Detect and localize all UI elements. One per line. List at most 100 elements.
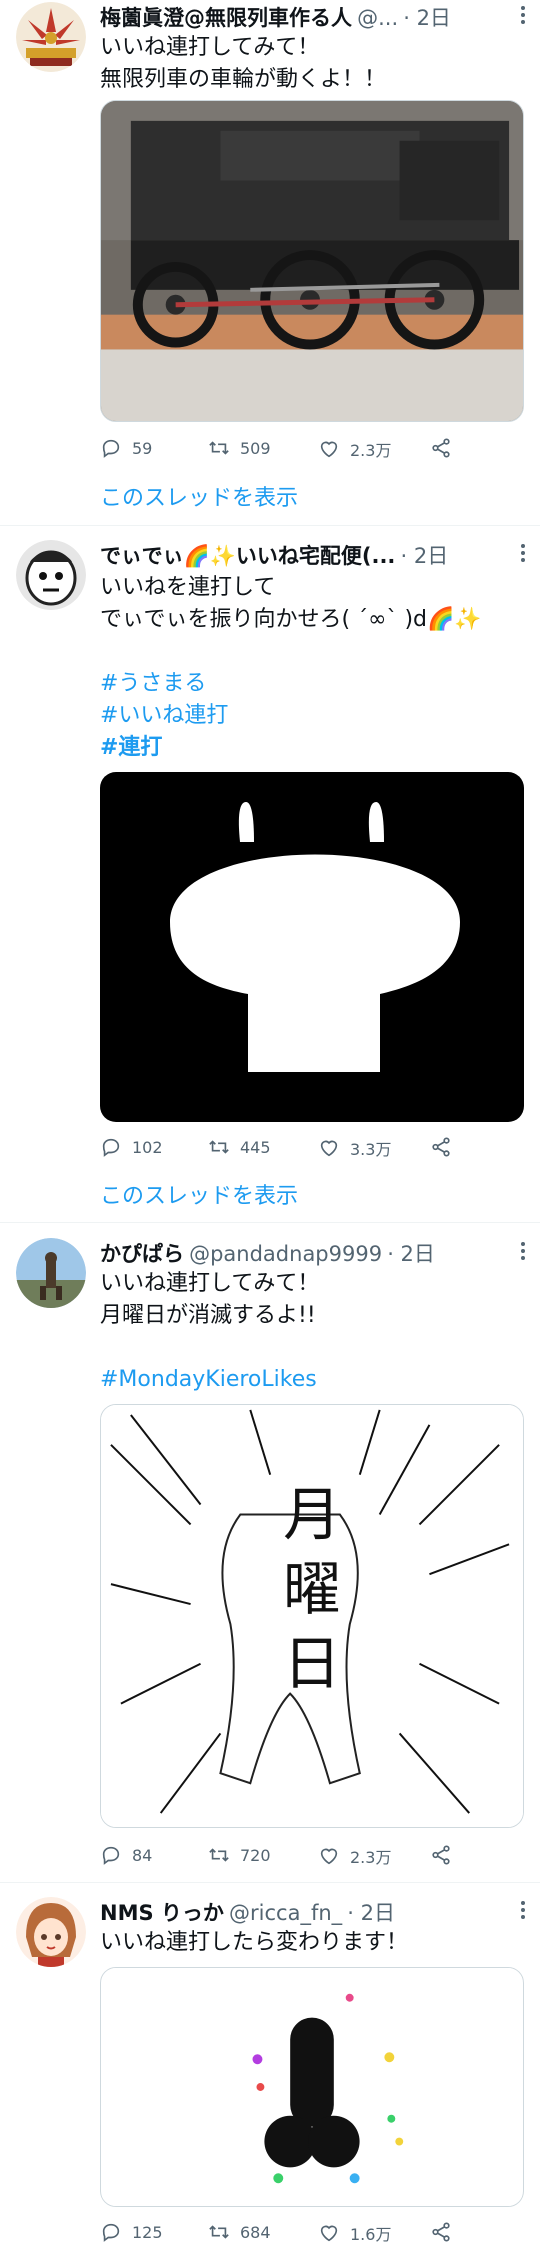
action-bar: 59 509 2.3万 bbox=[100, 437, 524, 463]
reply-button[interactable]: 84 bbox=[100, 1844, 152, 1866]
tweet-3[interactable]: かぴぱら @pandadnap9999 · 2日 いいね連打してみて！ 月曜日が… bbox=[0, 1236, 540, 1876]
tweet-image-silhouette[interactable] bbox=[100, 1967, 524, 2207]
heart-icon bbox=[320, 2225, 338, 2242]
tweet-text: いいねを連打して でぃでぃを振り向かせろ( ´∞` )d🌈✨ bbox=[100, 572, 524, 636]
retweet-icon bbox=[209, 1848, 229, 1862]
tweet-1[interactable]: 梅薗眞澄@無限列車作る人 @... · 2日 いいね連打してみて！ 無限列車の車… bbox=[0, 0, 540, 525]
tweet-header: NMS りっか @ricca_fn_ · 2日 bbox=[100, 1897, 510, 1927]
timestamp[interactable]: · 2日 bbox=[401, 544, 449, 568]
share-button[interactable] bbox=[430, 1136, 452, 1158]
timestamp[interactable]: · 2日 bbox=[347, 1901, 395, 1925]
timestamp[interactable]: · 2日 bbox=[387, 1242, 435, 1266]
share-icon bbox=[432, 1845, 450, 1865]
reply-button[interactable]: 125 bbox=[100, 2221, 163, 2243]
tweet-text: いいね連打したら変わります！ bbox=[100, 1927, 524, 1959]
retweet-count: 684 bbox=[240, 2222, 271, 2242]
tweet-4[interactable]: NMS りっか @ricca_fn_ · 2日 いいね連打したら変わります！ 1… bbox=[0, 1895, 540, 2258]
tweet-text: いいね連打してみて！ 無限列車の車輪が動くよ！！ bbox=[100, 32, 524, 96]
reply-count: 84 bbox=[132, 1845, 153, 1865]
retweet-icon bbox=[209, 1140, 229, 1154]
show-thread-link[interactable]: このスレッドを表示 bbox=[100, 1178, 298, 1210]
retweet-count: 509 bbox=[240, 438, 271, 458]
handle[interactable]: @... bbox=[357, 6, 398, 30]
heart-icon bbox=[320, 441, 338, 458]
avatar[interactable] bbox=[16, 1238, 86, 1308]
like-count: 2.3万 bbox=[350, 441, 392, 460]
share-icon bbox=[432, 2222, 450, 2242]
more-icon[interactable] bbox=[520, 1242, 526, 1262]
action-bar: 125 684 1.6万 bbox=[100, 2221, 524, 2247]
show-thread-link[interactable]: このスレッドを表示 bbox=[100, 480, 298, 512]
divider bbox=[0, 1882, 540, 1883]
reply-count: 59 bbox=[132, 438, 153, 458]
more-icon[interactable] bbox=[520, 1901, 526, 1921]
image-text: 曜 bbox=[283, 1555, 341, 1623]
share-icon bbox=[432, 1137, 450, 1157]
like-button[interactable]: 3.3万 bbox=[318, 1136, 391, 1160]
hashtag[interactable]: #連打 bbox=[100, 732, 162, 764]
display-name[interactable]: かぴぱら bbox=[100, 1242, 184, 1266]
reply-icon bbox=[102, 439, 120, 458]
image-text: 日 bbox=[283, 1630, 341, 1698]
tweet-image-monday[interactable]: 月 曜 日 bbox=[100, 1404, 524, 1828]
tweet-line: いいね連打してみて！ bbox=[100, 1271, 320, 1296]
retweet-button[interactable]: 720 bbox=[208, 1844, 271, 1866]
reply-count: 125 bbox=[132, 2222, 163, 2242]
retweet-button[interactable]: 445 bbox=[208, 1136, 271, 1158]
handle[interactable]: @ricca_fn_ bbox=[229, 1901, 342, 1925]
share-button[interactable] bbox=[430, 2221, 452, 2243]
more-icon[interactable] bbox=[520, 544, 526, 564]
divider bbox=[0, 525, 540, 526]
reply-button[interactable]: 59 bbox=[100, 437, 152, 459]
tweet-line: いいね連打したら変わります！ bbox=[100, 1930, 409, 1955]
share-button[interactable] bbox=[430, 1844, 452, 1866]
more-icon[interactable] bbox=[520, 6, 526, 26]
tweet-line: いいねを連打して bbox=[100, 575, 276, 600]
action-bar: 102 445 3.3万 bbox=[100, 1136, 524, 1162]
tweet-text: いいね連打してみて！ 月曜日が消滅するよ!! bbox=[100, 1268, 524, 1332]
like-button[interactable]: 2.3万 bbox=[318, 1844, 391, 1868]
retweet-button[interactable]: 509 bbox=[208, 437, 271, 459]
display-name[interactable]: NMS りっか bbox=[100, 1901, 224, 1925]
tweet-header: 梅薗眞澄@無限列車作る人 @... · 2日 bbox=[100, 2, 510, 32]
timestamp[interactable]: · 2日 bbox=[403, 6, 451, 30]
tweet-line: 月曜日が消滅するよ!! bbox=[100, 1303, 316, 1328]
retweet-count: 445 bbox=[240, 1137, 271, 1157]
reply-count: 102 bbox=[132, 1137, 163, 1157]
like-count: 2.3万 bbox=[350, 1848, 392, 1867]
retweet-count: 720 bbox=[240, 1845, 271, 1865]
like-count: 3.3万 bbox=[350, 1140, 392, 1159]
reply-icon bbox=[102, 2223, 120, 2242]
like-button[interactable]: 1.6万 bbox=[318, 2221, 391, 2245]
avatar[interactable] bbox=[16, 1897, 86, 1967]
display-name[interactable]: 梅薗眞澄@無限列車作る人 bbox=[100, 6, 352, 30]
like-count: 1.6万 bbox=[350, 2225, 392, 2244]
hashtag[interactable]: #うさまる bbox=[100, 668, 206, 700]
tweet-line: いいね連打してみて！ bbox=[100, 35, 320, 60]
hashtag[interactable]: #MondayKieroLikes bbox=[100, 1364, 317, 1396]
reply-icon bbox=[102, 1846, 120, 1865]
handle[interactable]: @pandadnap9999 bbox=[189, 1242, 382, 1266]
hashtag[interactable]: #いいね連打 bbox=[100, 700, 228, 732]
avatar[interactable] bbox=[16, 2, 86, 72]
like-button[interactable]: 2.3万 bbox=[318, 437, 391, 461]
tweet-image-train[interactable] bbox=[100, 100, 524, 422]
reply-button[interactable]: 102 bbox=[100, 1136, 163, 1158]
image-text: 月 bbox=[283, 1480, 341, 1548]
retweet-icon bbox=[209, 441, 229, 455]
tweet-image-usamaru[interactable] bbox=[100, 772, 524, 1122]
avatar[interactable] bbox=[16, 540, 86, 610]
tweet-2[interactable]: でぃでぃ🌈✨いいね宅配便(... · 2日 いいねを連打して でぃでぃを振り向か… bbox=[0, 538, 540, 1222]
tweet-line: でぃでぃを振り向かせろ( ´∞` )d🌈✨ bbox=[100, 607, 482, 632]
tweet-line: 無限列車の車輪が動くよ！！ bbox=[100, 67, 387, 92]
retweet-button[interactable]: 684 bbox=[208, 2221, 271, 2243]
heart-icon bbox=[320, 1848, 338, 1865]
display-name[interactable]: でぃでぃ🌈✨いいね宅配便(... bbox=[100, 544, 395, 568]
share-button[interactable] bbox=[430, 437, 452, 459]
share-icon bbox=[432, 438, 450, 458]
heart-icon bbox=[320, 1140, 338, 1157]
divider bbox=[0, 1222, 540, 1223]
action-bar: 84 720 2.3万 bbox=[100, 1844, 524, 1870]
reply-icon bbox=[102, 1138, 120, 1157]
tweet-header: かぴぱら @pandadnap9999 · 2日 bbox=[100, 1238, 510, 1268]
